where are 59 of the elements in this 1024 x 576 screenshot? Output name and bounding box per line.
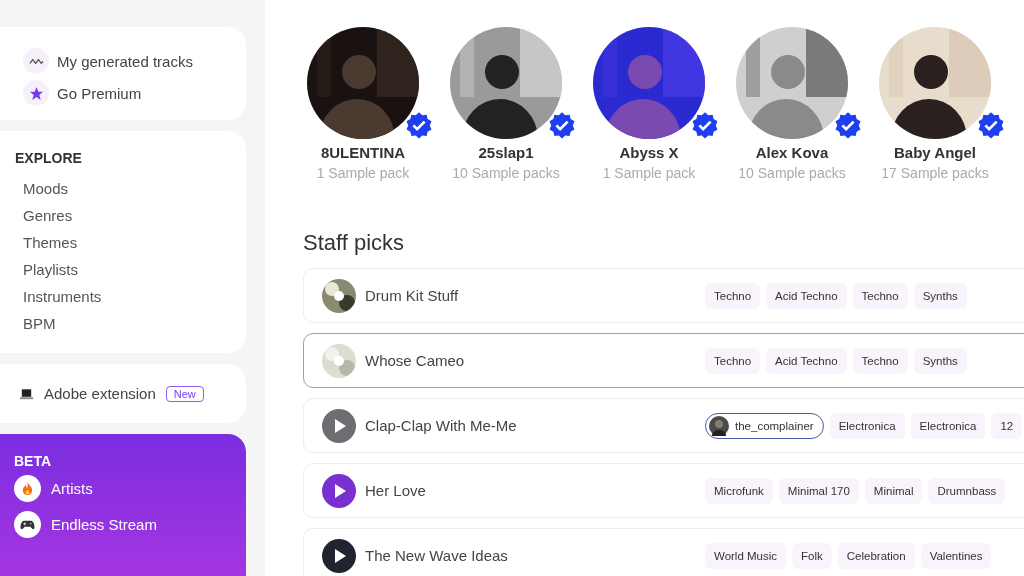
genre-tag[interactable]: Electronica: [829, 412, 905, 439]
laptop-icon: [19, 386, 34, 401]
artist-name[interactable]: Baby Angel: [894, 144, 976, 161]
sidebar-link[interactable]: Artists: [14, 475, 246, 502]
pack-count: 10 Sample packs: [452, 165, 560, 181]
track-row[interactable]: Whose Cameo Techno Acid Techno Techno Synths: [303, 333, 1024, 388]
sidebar-link[interactable]: Go Premium: [23, 80, 246, 106]
play-button-icon[interactable]: [322, 473, 356, 508]
artist-name[interactable]: Alex Kova: [755, 144, 829, 161]
artist-name[interactable]: 8ULENTINA: [320, 144, 406, 161]
section-heading: BETA: [14, 453, 53, 469]
genre-tag[interactable]: Acid Techno: [766, 347, 847, 374]
genre-tag[interactable]: Celebration: [837, 542, 915, 569]
flame-icon: [20, 481, 35, 496]
track-title: The New Wave Ideas: [365, 547, 508, 564]
genre-tag[interactable]: Techno: [852, 282, 908, 309]
genre-tag[interactable]: Electronica: [910, 412, 986, 439]
genre-tag[interactable]: Techno: [852, 347, 908, 374]
sidebar-link[interactable]: Playlists: [15, 256, 246, 283]
genre-tag[interactable]: World Music: [705, 542, 787, 569]
pack-count: 1 Sample pack: [316, 165, 410, 181]
track-row[interactable]: The New Wave Ideas World Music Folk Celebration Valentines: [303, 528, 1024, 576]
genre-tag[interactable]: Synths: [913, 282, 967, 309]
star-icon: [28, 85, 44, 101]
sidebar-link[interactable]: Genres: [15, 202, 246, 229]
play-button-icon[interactable]: [322, 538, 356, 573]
genre-tag[interactable]: Techno: [705, 347, 761, 374]
sidebar-link[interactable]: Moods: [15, 175, 246, 202]
new-badge: New: [165, 385, 204, 402]
pack-count: 1 Sample pack: [602, 165, 696, 181]
section-heading: EXPLORE: [15, 150, 83, 166]
genre-tag[interactable]: Folk: [792, 542, 832, 569]
track-title: Her Love: [365, 482, 426, 499]
sidebar-link[interactable]: Endless Stream: [14, 511, 246, 538]
artist-name[interactable]: 25slap1: [478, 144, 534, 161]
track-row[interactable]: Her Love Microfunk Minimal 170 Minimal Drumnbass: [303, 463, 1024, 518]
genre-tag[interactable]: Valentines: [920, 542, 992, 569]
sidebar-link[interactable]: Themes: [15, 229, 246, 256]
pack-count: 17 Sample packs: [881, 165, 989, 181]
track-row[interactable]: Drum Kit Stuff Techno Acid Techno Techno Synths: [303, 268, 1024, 323]
genre-tag[interactable]: Acid Techno: [766, 282, 847, 309]
sidebar-link[interactable]: My generated tracks: [23, 48, 246, 74]
artist-name[interactable]: Abyss X: [619, 144, 679, 161]
track-row[interactable]: Clap-Clap With Me-Me the_complainer Electronica Electronica 12: [303, 398, 1024, 453]
track-title: Drum Kit Stuff: [365, 287, 459, 304]
genre-tag[interactable]: Minimal: [864, 477, 923, 504]
section-title: Staff picks: [303, 230, 406, 257]
genre-tag[interactable]: Minimal 170: [778, 477, 859, 504]
sidebar-link[interactable]: BPM: [15, 310, 246, 337]
genre-tag[interactable]: 12: [991, 412, 1023, 439]
track-title: Whose Cameo: [365, 352, 465, 369]
genre-tag[interactable]: Microfunk: [705, 477, 773, 504]
pack-count: 10 Sample packs: [738, 165, 846, 181]
sidebar-link[interactable]: Adobe extension: [44, 385, 156, 402]
sidebar-link[interactable]: Instruments: [15, 283, 246, 310]
genre-tag[interactable]: Drumnbass: [928, 477, 1006, 504]
track-title: Clap-Clap With Me-Me: [365, 417, 517, 434]
genre-tag[interactable]: Synths: [913, 347, 967, 374]
genre-tag[interactable]: Techno: [705, 282, 761, 309]
